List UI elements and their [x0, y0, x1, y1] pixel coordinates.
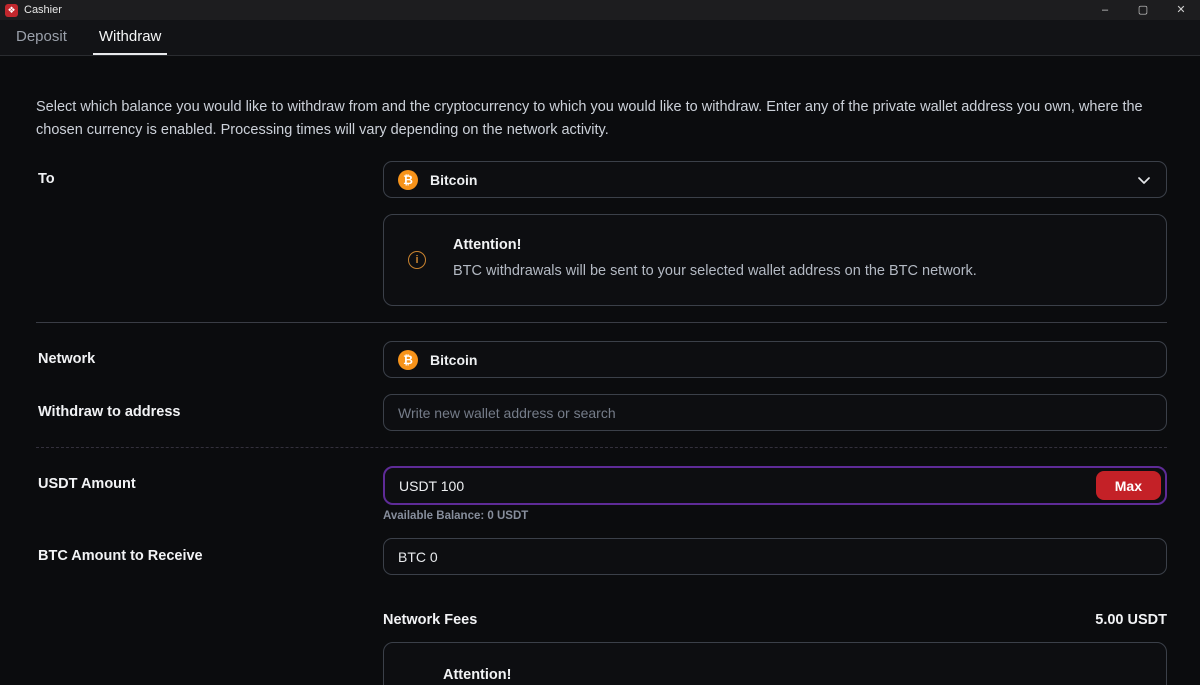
network-value: Bitcoin — [430, 352, 477, 368]
window-controls: – ▢ ✕ — [1086, 0, 1200, 20]
to-currency-dropdown[interactable]: ₿ Bitcoin — [383, 161, 1167, 198]
btc-amount-input[interactable] — [383, 538, 1167, 575]
section-divider-dashed — [36, 447, 1167, 448]
network-dropdown[interactable]: ₿ Bitcoin — [383, 341, 1167, 378]
to-currency-value: Bitcoin — [430, 172, 477, 188]
attention-title: Attention! — [453, 237, 977, 253]
attention-title: Attention! — [443, 667, 1142, 683]
to-row: To ₿ Bitcoin — [36, 161, 1167, 198]
usdt-amount-row: USDT Amount Max Available Balance: 0 USD… — [36, 466, 1167, 522]
close-button[interactable]: ✕ — [1162, 0, 1200, 20]
attention-top-box: i Attention! BTC withdrawals will be sen… — [383, 214, 1167, 306]
usdt-amount-input[interactable] — [385, 468, 1096, 503]
bitcoin-icon: ₿ — [398, 350, 418, 370]
available-balance: Available Balance: 0 USDT — [383, 510, 1167, 522]
tab-deposit[interactable]: Deposit — [10, 20, 73, 55]
chevron-down-icon — [1136, 172, 1152, 188]
maximize-button[interactable]: ▢ — [1124, 0, 1162, 20]
btc-amount-label: BTC Amount to Receive — [36, 538, 383, 575]
usdt-amount-field: Max — [383, 466, 1167, 505]
tab-bar: Deposit Withdraw — [0, 20, 1200, 56]
withdraw-description: Select which balance you would like to w… — [36, 96, 1167, 142]
window-title: Cashier — [24, 4, 62, 16]
network-fees-row: Network Fees 5.00 USDT Attention! Using … — [36, 591, 1167, 685]
attention-top-row: i Attention! BTC withdrawals will be sen… — [36, 214, 1167, 306]
address-row: Withdraw to address — [36, 394, 1167, 431]
minimize-button[interactable]: – — [1086, 0, 1124, 20]
app-logo-icon: ❖ — [5, 4, 18, 17]
usdt-amount-label: USDT Amount — [36, 466, 383, 522]
withdraw-panel: Select which balance you would like to w… — [0, 56, 1200, 685]
network-row: Network ₿ Bitcoin — [36, 341, 1167, 378]
wallet-address-input[interactable] — [383, 394, 1167, 431]
network-fees-label: Network Fees — [383, 612, 477, 628]
network-label: Network — [36, 341, 383, 378]
to-label: To — [36, 161, 383, 198]
btc-amount-row: BTC Amount to Receive — [36, 538, 1167, 575]
attention-body: BTC withdrawals will be sent to your sel… — [453, 260, 977, 283]
tab-withdraw[interactable]: Withdraw — [93, 20, 168, 55]
titlebar: ❖ Cashier – ▢ ✕ — [0, 0, 1200, 20]
info-icon: i — [408, 251, 426, 269]
section-divider — [36, 322, 1167, 323]
attention-bottom-box: Attention! Using our USDT to BTC withdra… — [383, 642, 1167, 685]
network-fees-value: 5.00 USDT — [1095, 612, 1167, 628]
max-button[interactable]: Max — [1096, 471, 1161, 500]
bitcoin-icon: ₿ — [398, 170, 418, 190]
address-label: Withdraw to address — [36, 394, 383, 431]
